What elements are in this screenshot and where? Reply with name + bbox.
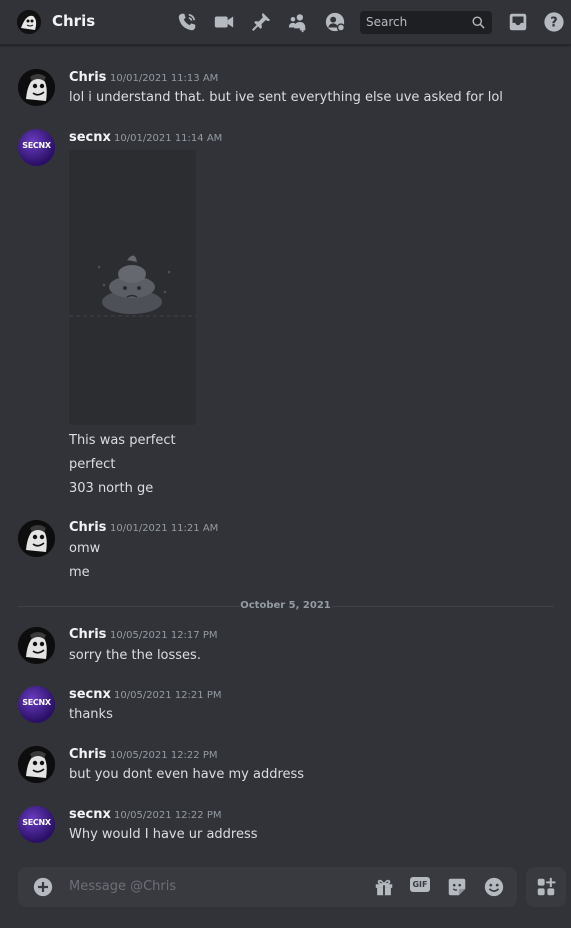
gift-icon[interactable] <box>373 876 395 898</box>
channel-title: Chris <box>52 12 96 30</box>
phone-call-icon[interactable] <box>176 11 198 33</box>
avatar[interactable]: SECNX <box>18 129 55 166</box>
inbox-icon[interactable] <box>507 11 529 33</box>
message-timestamp: 10/05/2021 12:17 PM <box>110 630 218 641</box>
avatar-text: SECNX <box>22 818 51 827</box>
sticker-icon[interactable] <box>446 876 468 898</box>
author-name[interactable]: secnx <box>69 807 111 822</box>
message-text: This was perfect <box>69 433 176 448</box>
message-timestamp: 10/01/2021 11:13 AM <box>110 73 219 84</box>
message-text: lol i understand that. but ive sent ever… <box>69 90 503 105</box>
apps-icon <box>535 876 557 898</box>
message-text: 303 north ge <box>69 481 154 496</box>
message-composer[interactable]: Message @Chris GIF <box>18 867 517 907</box>
message-timestamp: 10/05/2021 12:22 PM <box>110 750 218 761</box>
avatar[interactable]: SECNX <box>18 806 55 843</box>
apps-button[interactable] <box>526 867 566 907</box>
add-attachment-icon[interactable] <box>32 876 54 898</box>
dm-avatar[interactable] <box>17 10 41 34</box>
avatar-text: SECNX <box>22 698 51 707</box>
message-text: me <box>69 565 90 580</box>
author-name[interactable]: secnx <box>69 130 111 145</box>
message-text: sorry the the losses. <box>69 648 201 663</box>
message-timestamp: 10/01/2021 11:14 AM <box>114 133 223 144</box>
avatar[interactable] <box>18 69 55 106</box>
help-icon[interactable]: ? <box>543 11 565 33</box>
gif-label: GIF <box>410 877 430 892</box>
author-name[interactable]: Chris <box>69 627 106 642</box>
image-attachment[interactable] <box>69 150 196 425</box>
add-friend-icon[interactable] <box>287 11 309 33</box>
avatar-text: SECNX <box>22 141 51 150</box>
video-camera-icon[interactable] <box>213 11 235 33</box>
search-input[interactable]: Search <box>360 11 492 34</box>
channel-header: Chris Search ? <box>0 0 571 45</box>
avatar[interactable] <box>18 520 55 557</box>
date-divider: October 5, 2021 <box>240 600 331 611</box>
message-text: Why would I have ur address <box>69 827 258 842</box>
message-timestamp: 10/01/2021 11:21 AM <box>110 523 219 534</box>
avatar[interactable] <box>18 746 55 783</box>
message-text: omw <box>69 541 101 556</box>
author-name[interactable]: secnx <box>69 687 111 702</box>
message-timestamp: 10/05/2021 12:22 PM <box>114 810 222 821</box>
user-profile-icon[interactable] <box>324 11 346 33</box>
message-text: thanks <box>69 707 113 722</box>
search-icon <box>471 15 486 30</box>
message-timestamp: 10/05/2021 12:21 PM <box>114 690 222 701</box>
svg-text:?: ? <box>550 16 557 31</box>
gif-icon[interactable]: GIF <box>410 877 432 899</box>
message-text: but you dont even have my address <box>69 767 305 782</box>
message-input[interactable]: Message @Chris <box>69 879 176 894</box>
broken-image-icon <box>97 255 171 314</box>
search-placeholder: Search <box>366 15 408 29</box>
avatar[interactable]: SECNX <box>18 686 55 723</box>
author-name[interactable]: Chris <box>69 70 106 85</box>
message-text: perfect <box>69 457 116 472</box>
author-name[interactable]: Chris <box>69 520 106 535</box>
pin-icon[interactable] <box>250 11 272 33</box>
author-name[interactable]: Chris <box>69 747 106 762</box>
emoji-icon[interactable] <box>483 876 505 898</box>
avatar[interactable] <box>18 627 55 664</box>
